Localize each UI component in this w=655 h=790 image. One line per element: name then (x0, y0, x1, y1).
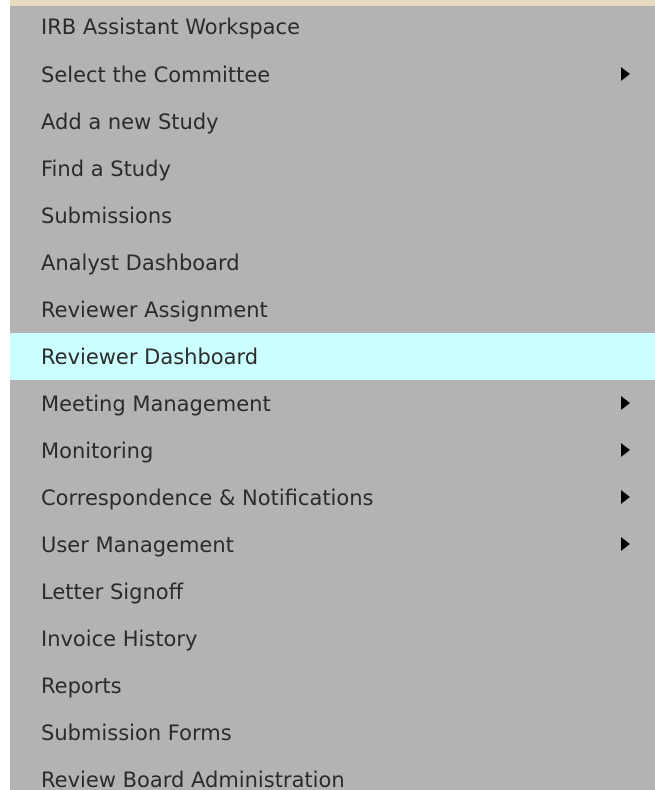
menu-item-label: Letter Signoff (41, 579, 184, 604)
menu-item-user-management[interactable]: User Management (10, 521, 655, 568)
caret-right-icon (621, 536, 630, 551)
menu-item-label: Monitoring (41, 438, 154, 463)
menu-item-label: IRB Assistant Workspace (41, 14, 300, 39)
caret-right-icon (621, 66, 630, 81)
menu-item-reviewer-assignment[interactable]: Reviewer Assignment (10, 286, 655, 333)
menu-item-review-board-administration[interactable]: Review Board Administration (10, 756, 655, 790)
menu-item-label: Analyst Dashboard (41, 250, 240, 275)
menu-item-monitoring[interactable]: Monitoring (10, 427, 655, 474)
menu-item-label: Reviewer Dashboard (41, 344, 259, 369)
menu-item-correspondence-notifications[interactable]: Correspondence & Notifications (10, 474, 655, 521)
menu-item-reports[interactable]: Reports (10, 662, 655, 709)
menu-item-letter-signoff[interactable]: Letter Signoff (10, 568, 655, 615)
menu-item-submissions[interactable]: Submissions (10, 192, 655, 239)
menu-item-label: Add a new Study (41, 109, 219, 134)
menu-item-find-a-study[interactable]: Find a Study (10, 145, 655, 192)
menu-item-label: Reviewer Assignment (41, 297, 268, 322)
menu-item-label: Select the Committee (41, 62, 271, 87)
menu-item-irb-assistant-workspace[interactable]: IRB Assistant Workspace (10, 6, 655, 51)
caret-right-icon (621, 442, 630, 457)
menu-item-meeting-management[interactable]: Meeting Management (10, 380, 655, 427)
menu-item-label: Correspondence & Notifications (41, 485, 374, 510)
dropdown-menu: IRB Assistant Workspace Select the Commi… (10, 6, 655, 790)
menu-item-label: Submission Forms (41, 720, 232, 745)
menu-item-invoice-history[interactable]: Invoice History (10, 615, 655, 662)
menu-item-submission-forms[interactable]: Submission Forms (10, 709, 655, 756)
menu-item-analyst-dashboard[interactable]: Analyst Dashboard (10, 239, 655, 286)
menu-item-label: Invoice History (41, 626, 198, 651)
menu-item-label: User Management (41, 532, 234, 557)
menu-item-label: Reports (41, 673, 122, 698)
menu-item-label: Submissions (41, 203, 173, 228)
caret-right-icon (621, 489, 630, 504)
caret-right-icon (621, 395, 630, 410)
menu-item-label: Review Board Administration (41, 767, 345, 790)
menu-item-add-a-new-study[interactable]: Add a new Study (10, 98, 655, 145)
menu-item-select-the-committee[interactable]: Select the Committee (10, 51, 655, 98)
menu-item-label: Meeting Management (41, 391, 271, 416)
menu-item-label: Find a Study (41, 156, 171, 181)
menu-item-reviewer-dashboard[interactable]: Reviewer Dashboard (10, 333, 655, 380)
page: IRB Assistant Workspace Select the Commi… (0, 0, 655, 790)
